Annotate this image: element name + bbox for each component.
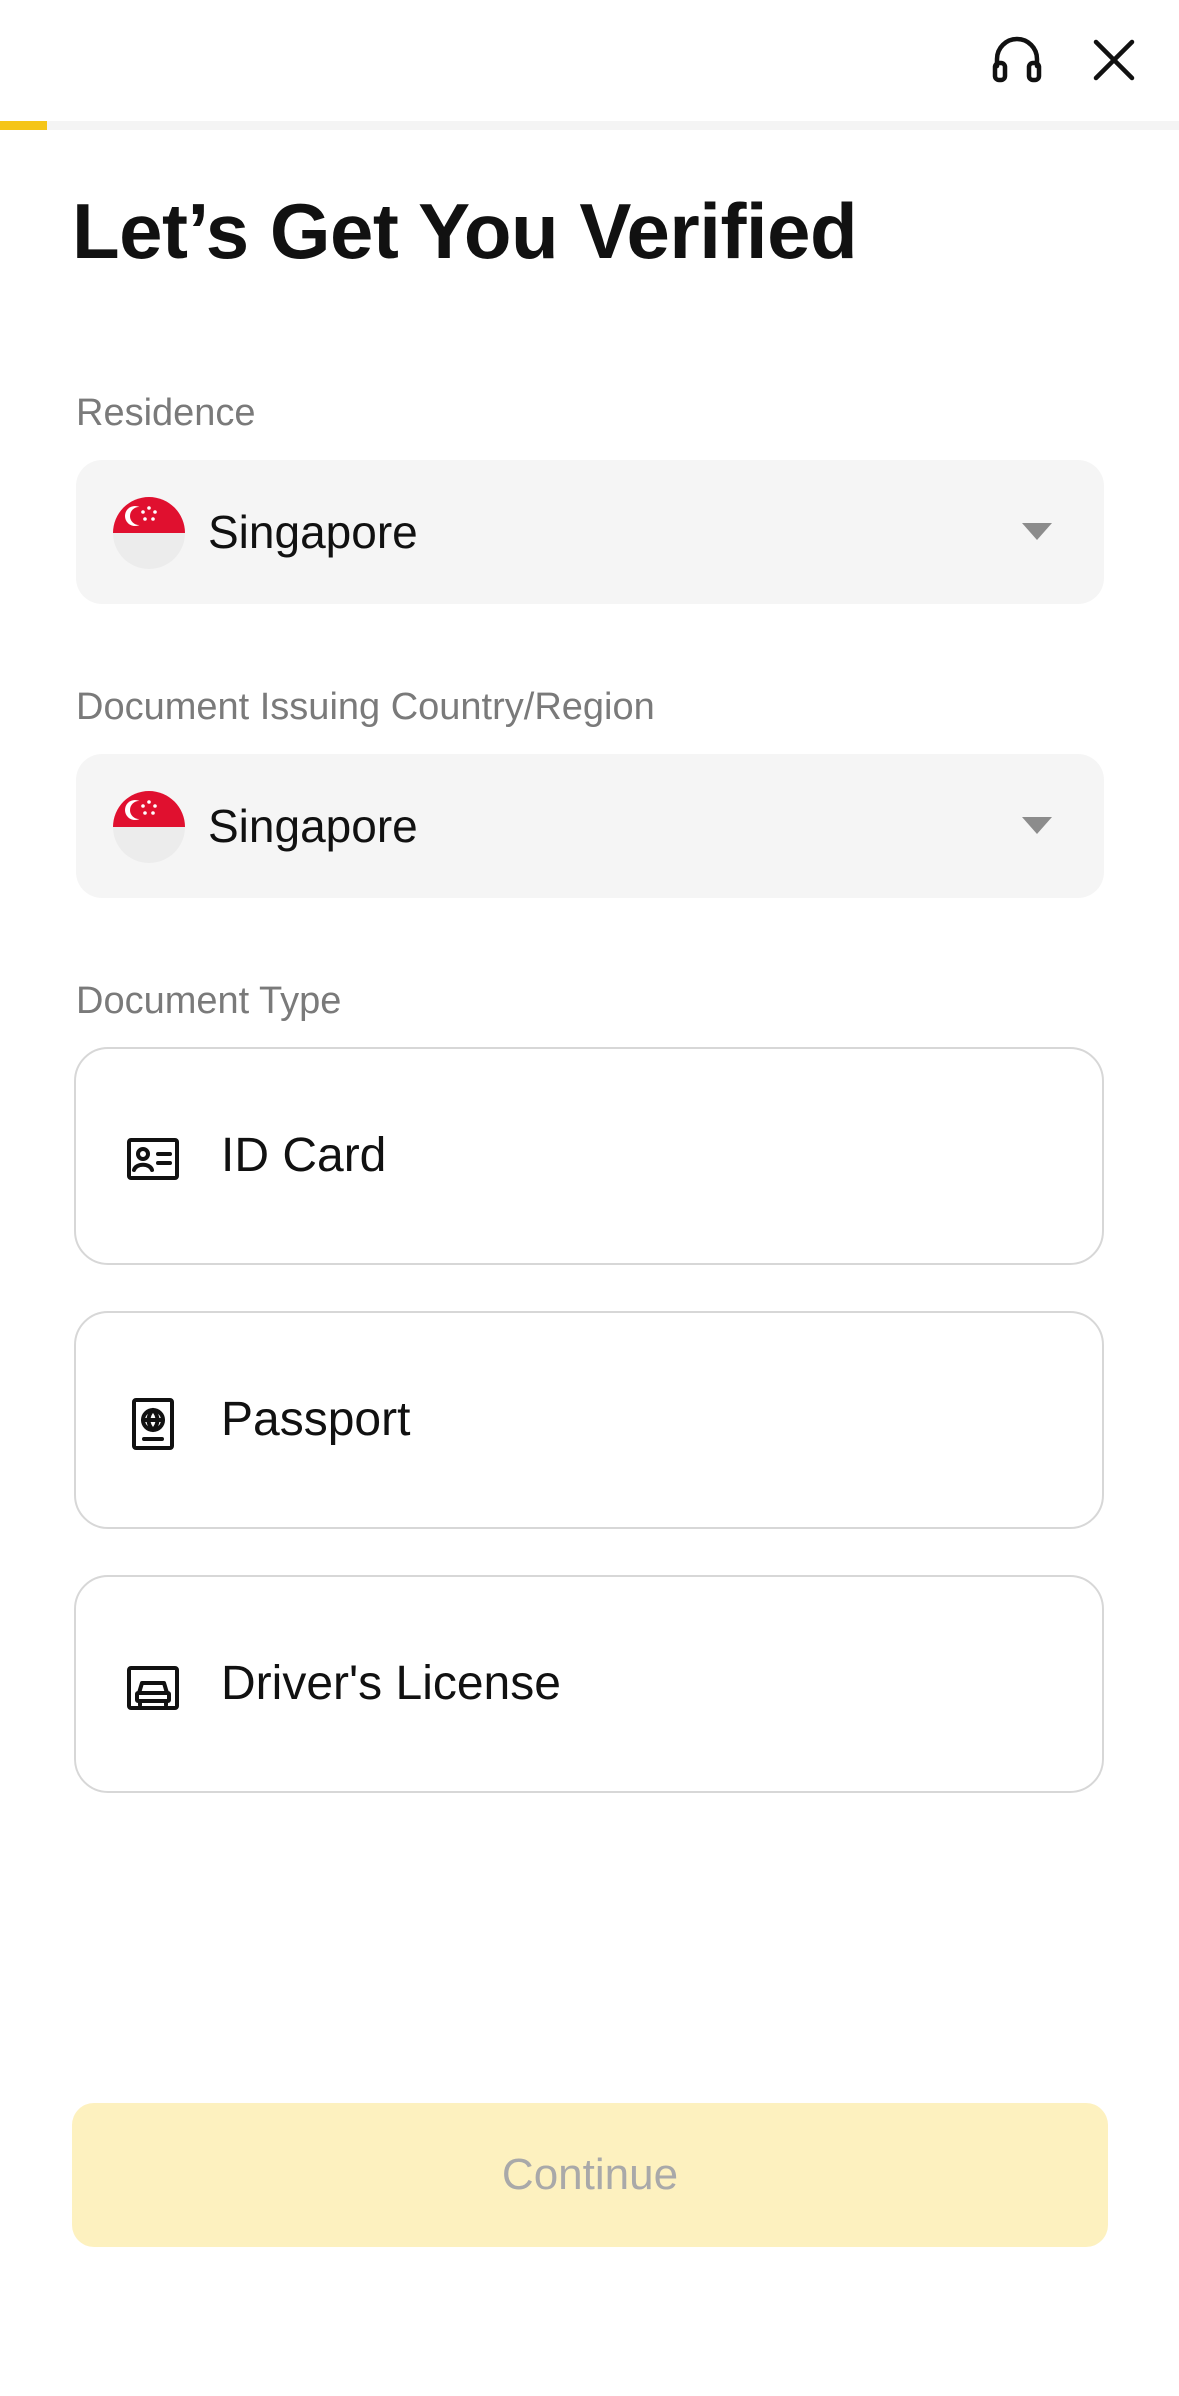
issuing-country-value: Singapore — [208, 800, 418, 852]
passport-icon — [126, 1398, 180, 1450]
issuing-country-select[interactable]: Singapore — [76, 754, 1104, 898]
headset-icon[interactable] — [985, 28, 1049, 92]
document-option-label: Driver's License — [221, 1657, 561, 1710]
document-option-id-card[interactable]: ID Card — [74, 1047, 1104, 1265]
page-title: Let’s Get You Verified — [72, 187, 858, 275]
document-option-passport[interactable]: Passport — [74, 1311, 1104, 1529]
progress-bar-fill — [0, 121, 48, 130]
document-type-label: Document Type — [76, 980, 342, 1022]
document-option-label: ID Card — [221, 1129, 387, 1182]
chevron-down-icon — [1022, 817, 1052, 834]
residence-label: Residence — [76, 392, 256, 434]
singapore-flag-icon — [113, 791, 185, 863]
document-option-label: Passport — [221, 1393, 411, 1446]
issuing-country-label: Document Issuing Country/Region — [76, 686, 655, 728]
chevron-down-icon — [1022, 523, 1052, 540]
progress-bar — [0, 121, 1179, 130]
continue-button[interactable]: Continue — [72, 2103, 1108, 2247]
residence-select[interactable]: Singapore — [76, 460, 1104, 604]
residence-value: Singapore — [208, 506, 418, 558]
top-bar — [0, 0, 1179, 120]
document-option-drivers-license[interactable]: Driver's License — [74, 1575, 1104, 1793]
singapore-flag-icon — [113, 497, 185, 569]
close-icon[interactable] — [1082, 28, 1146, 92]
id-card-icon — [126, 1134, 180, 1186]
verification-page: Let’s Get You Verified Residence Singapo… — [0, 0, 1179, 2396]
car-license-icon — [126, 1662, 180, 1714]
